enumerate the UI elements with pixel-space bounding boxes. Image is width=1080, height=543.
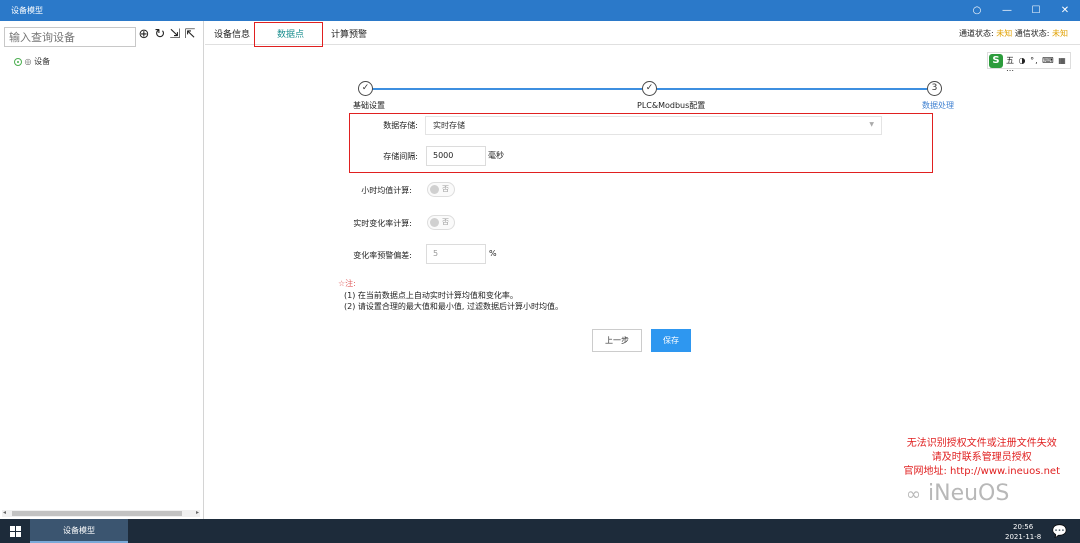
scrollbar-thumb[interactable]	[12, 511, 182, 516]
wechat-icon: ∞	[906, 484, 921, 505]
device-search-input[interactable]	[4, 27, 136, 47]
step-label: 数据处理	[922, 101, 954, 110]
note-line: (1) 在当前数据点上自动实时计算均值和变化率。	[344, 291, 518, 300]
clock-time: 20:56	[1013, 523, 1034, 531]
hourly-avg-label: 小时均值计算:	[361, 186, 412, 195]
comm-status-label: 通信状态:	[1014, 29, 1050, 38]
windows-start-icon[interactable]	[10, 526, 21, 537]
storage-select-value: 实时存储	[433, 121, 465, 130]
scroll-right-icon[interactable]: ▸	[196, 509, 199, 516]
scroll-left-icon[interactable]: ◂	[3, 509, 6, 516]
close-button[interactable]: ✕	[1050, 0, 1080, 21]
export-icon[interactable]: ⇱	[183, 28, 197, 42]
toggle-knob	[430, 185, 439, 194]
channel-status-label: 通道状态:	[958, 29, 994, 38]
add-circle-icon[interactable]: ⊕	[137, 28, 151, 42]
storage-select[interactable]: 实时存储 ▼	[425, 116, 882, 135]
tree-item-device[interactable]: 设备	[34, 57, 50, 66]
window-titlebar: 设备模型 ○ — ☐ ✕	[0, 0, 1080, 21]
comm-status-value: 未知	[1052, 29, 1068, 38]
watermark-logo: ∞ iNeuOS	[906, 481, 1009, 506]
tab-bar: 设备信息 数据点 计算预警 通道状态: 未知 通信状态: 未知	[205, 21, 1080, 47]
deviation-label: 变化率预警偏差:	[353, 251, 412, 260]
deviation-input[interactable]: 5	[426, 244, 486, 264]
tab-calc-alert[interactable]: 计算预警	[331, 27, 367, 40]
taskbar-app-button[interactable]: 设备模型	[30, 519, 128, 543]
license-line: 官网地址: http://www.ineuos.net	[903, 466, 1060, 477]
step-check-icon: ✓	[642, 81, 657, 96]
clock-date: 2021-11-8	[1005, 533, 1042, 541]
stepper-line	[372, 88, 642, 90]
step-check-icon: ✓	[358, 81, 373, 96]
notification-icon[interactable]: 💬	[1052, 524, 1067, 538]
rate-calc-toggle[interactable]: 否	[427, 215, 455, 230]
hourly-avg-toggle[interactable]: 否	[427, 182, 455, 197]
step-label: PLC&Modbus配置	[637, 101, 706, 110]
taskbar: 设备模型 20:56 2021-11-8 💬	[0, 519, 1080, 543]
horizontal-scrollbar[interactable]: ◂ ▸	[2, 509, 200, 517]
radio-icon[interactable]	[14, 57, 22, 66]
save-button[interactable]: 保存	[651, 329, 691, 352]
tab-highlight-box	[254, 22, 323, 47]
minimize-button[interactable]: —	[992, 0, 1022, 21]
stepper-line	[657, 88, 927, 90]
toggle-text: 否	[442, 218, 449, 226]
deviation-unit: %	[489, 249, 497, 258]
device-tree: ◎ 设备	[14, 56, 50, 67]
ime-toolbar[interactable]: S 五 ◑ °, ⌨ ▦ ⋯	[987, 52, 1071, 75]
tab-device-info[interactable]: 设备信息	[214, 27, 250, 40]
step-label: 基础设置	[353, 101, 385, 110]
prev-step-button[interactable]: 上一步	[592, 329, 642, 352]
note-heading: ☆注:	[338, 279, 356, 288]
license-warning: 无法识别授权文件或注册文件失效 请及时联系管理员授权 官网地址: http://…	[903, 437, 1060, 479]
chevron-down-icon: ▼	[869, 121, 874, 128]
taskbar-clock[interactable]: 20:56 2021-11-8	[1005, 522, 1041, 542]
channel-status-value: 未知	[996, 29, 1013, 38]
maximize-button[interactable]: ☐	[1021, 0, 1051, 21]
interval-label: 存储间隔:	[383, 152, 418, 161]
settings-circle-icon[interactable]: ○	[962, 0, 992, 21]
ime-toolbar-icons[interactable]: 五 ◑ °, ⌨ ▦ ⋯	[1006, 55, 1070, 75]
license-line: 请及时联系管理员授权	[931, 452, 1032, 463]
watermark-text: iNeuOS	[928, 481, 1010, 506]
toggle-text: 否	[442, 185, 449, 193]
step-number-icon: 3	[927, 81, 942, 96]
interval-unit: 毫秒	[488, 151, 504, 160]
window-title: 设备模型	[11, 6, 43, 15]
device-sidebar: ⊕ ↻ ⇲ ⇱ ◎ 设备 ◂ ▸	[0, 21, 204, 519]
interval-input[interactable]: 5000	[426, 146, 486, 166]
connection-status: 通道状态: 未知 通信状态: 未知	[959, 28, 1068, 39]
note-line: (2) 请设置合理的最大值和最小值, 过滤数据后计算小时均值。	[344, 302, 563, 311]
rate-calc-label: 实时变化率计算:	[353, 219, 412, 228]
refresh-icon[interactable]: ↻	[153, 28, 167, 42]
import-icon[interactable]: ⇲	[168, 28, 182, 42]
layers-icon: ◎	[24, 57, 32, 66]
license-line: 无法识别授权文件或注册文件失效	[906, 438, 1057, 449]
toggle-knob	[430, 218, 439, 227]
sogou-logo-icon: S	[989, 54, 1003, 68]
storage-label: 数据存储:	[383, 121, 418, 130]
